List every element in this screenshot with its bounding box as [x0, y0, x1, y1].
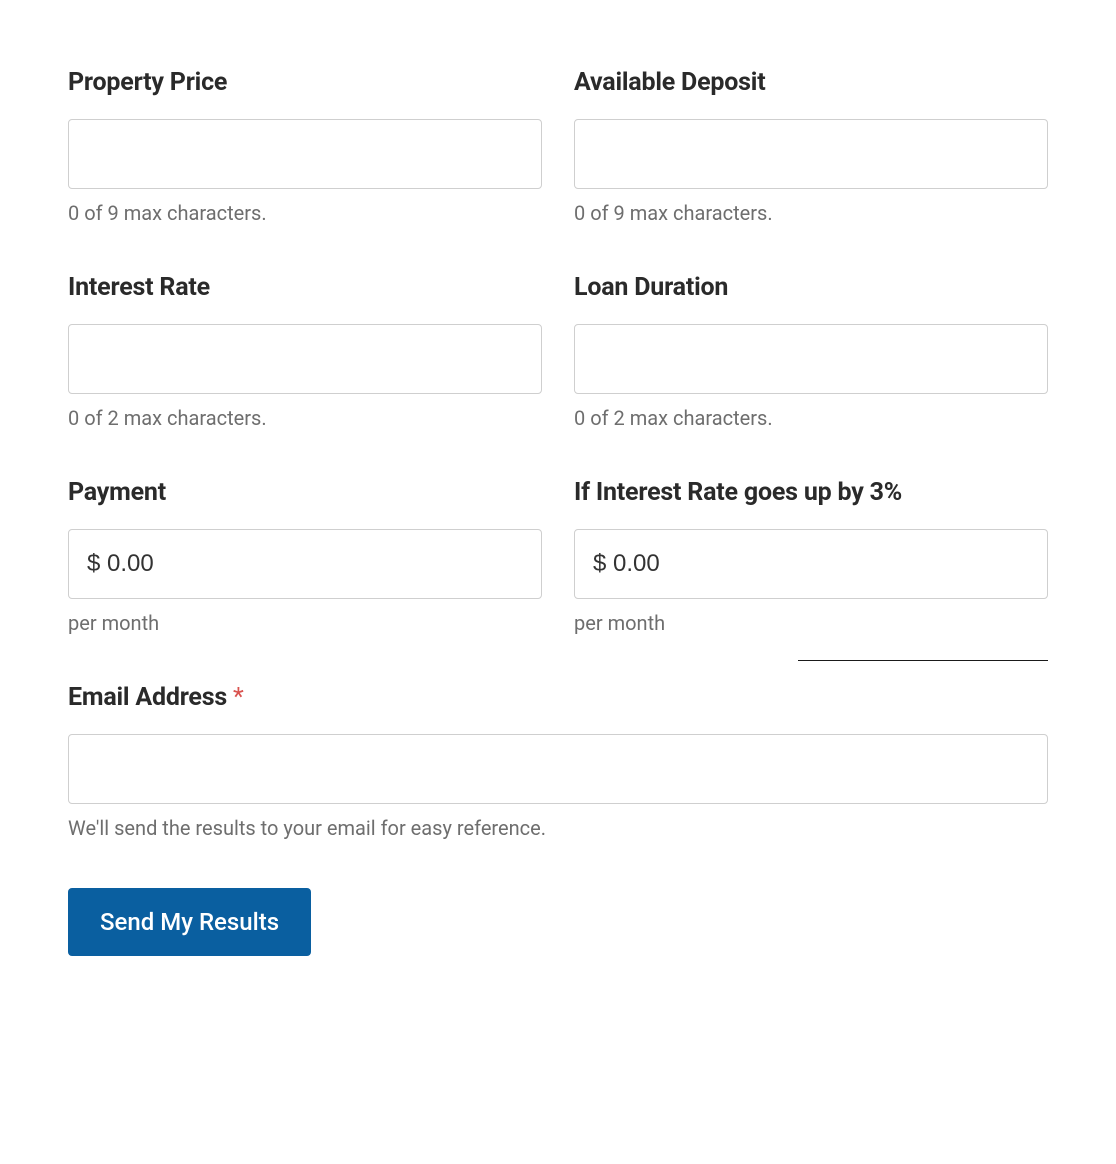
group-interest-rate: Interest Rate 0 of 2 max characters.: [68, 273, 542, 430]
output-payment-if-up: [574, 529, 1048, 599]
help-property-price: 0 of 9 max characters.: [68, 201, 542, 225]
input-email[interactable]: [68, 734, 1048, 804]
row-email: Email Address * We'll send the results t…: [68, 683, 1048, 840]
label-email-text: Email Address: [68, 683, 233, 712]
label-payment: Payment: [68, 478, 542, 507]
label-email: Email Address *: [68, 683, 1048, 712]
row-price-deposit: Property Price 0 of 9 max characters. Av…: [68, 68, 1048, 225]
label-property-price: Property Price: [68, 68, 542, 97]
group-available-deposit: Available Deposit 0 of 9 max characters.: [574, 68, 1048, 225]
help-payment-if-up: per month: [574, 611, 1048, 635]
submit-button[interactable]: Send My Results: [68, 888, 311, 956]
input-property-price[interactable]: [68, 119, 542, 189]
loan-calculator-form: Property Price 0 of 9 max characters. Av…: [68, 68, 1048, 956]
row-rate-duration: Interest Rate 0 of 2 max characters. Loa…: [68, 273, 1048, 430]
input-interest-rate[interactable]: [68, 324, 542, 394]
help-email: We'll send the results to your email for…: [68, 816, 1048, 840]
label-loan-duration: Loan Duration: [574, 273, 1048, 302]
group-email: Email Address * We'll send the results t…: [68, 683, 1048, 840]
label-interest-rate: Interest Rate: [68, 273, 542, 302]
help-interest-rate: 0 of 2 max characters.: [68, 406, 542, 430]
output-payment: [68, 529, 542, 599]
input-loan-duration[interactable]: [574, 324, 1048, 394]
row-submit: Send My Results: [68, 888, 1048, 956]
help-loan-duration: 0 of 2 max characters.: [574, 406, 1048, 430]
group-property-price: Property Price 0 of 9 max characters.: [68, 68, 542, 225]
help-available-deposit: 0 of 9 max characters.: [574, 201, 1048, 225]
label-available-deposit: Available Deposit: [574, 68, 1048, 97]
help-payment: per month: [68, 611, 542, 635]
row-payment-outputs: Payment per month If Interest Rate goes …: [68, 478, 1048, 635]
required-asterisk: *: [233, 683, 244, 712]
input-available-deposit[interactable]: [574, 119, 1048, 189]
group-payment: Payment per month: [68, 478, 542, 635]
label-payment-if-up: If Interest Rate goes up by 3%: [574, 478, 1048, 507]
group-payment-if-up: If Interest Rate goes up by 3% per month: [574, 478, 1048, 635]
group-loan-duration: Loan Duration 0 of 2 max characters.: [574, 273, 1048, 430]
